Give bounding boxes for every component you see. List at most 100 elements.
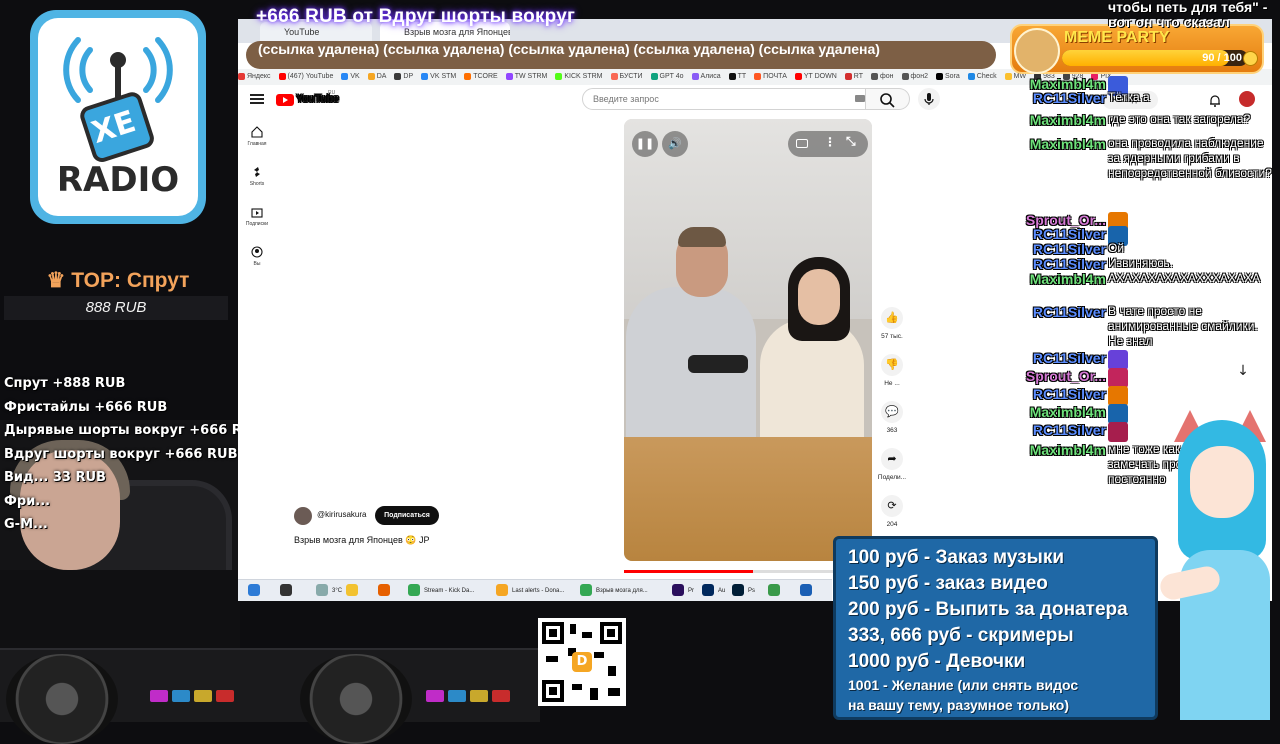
chat-username[interactable]: Maximbl4m: [1030, 136, 1106, 152]
chat-username[interactable]: RC11Silver: [1033, 226, 1106, 242]
keyboard-icon[interactable]: [855, 95, 865, 102]
bookmark-item[interactable]: TT: [728, 72, 746, 80]
bookmark-item[interactable]: MW: [1004, 72, 1027, 80]
address-bar[interactable]: (ссылка удалена) (ссылка удалена) (ссылк…: [246, 41, 996, 69]
bookmark-favicon-icon: [901, 72, 909, 80]
bookmark-item[interactable]: Алиса: [691, 72, 721, 80]
bookmark-item[interactable]: фон: [871, 72, 894, 80]
man-hair: [678, 227, 726, 247]
scroll-down-icon[interactable]: ↓: [1232, 360, 1254, 382]
bookmark-favicon-icon: [728, 72, 736, 80]
bookmark-label: Яндекс: [247, 73, 271, 80]
channel-avatar[interactable]: [294, 507, 312, 525]
bookmark-item[interactable]: (467) YouTube: [278, 72, 334, 80]
pause-icon[interactable]: ❚❚: [632, 131, 658, 157]
price-amount: 1000 руб: [848, 651, 930, 672]
channel-name[interactable]: @kirirusakura: [317, 510, 366, 519]
chat-username[interactable]: RC11Silver: [1033, 90, 1106, 106]
chat-emote-icon: [1108, 350, 1128, 370]
mic-button[interactable]: [918, 88, 940, 110]
fullscreen-icon[interactable]: ⤡: [846, 134, 856, 149]
chat-username[interactable]: RC11Silver: [1033, 304, 1106, 320]
taskbar-item[interactable]: [378, 584, 394, 598]
bookmark-item[interactable]: ПОЧТА: [754, 72, 787, 80]
search-button[interactable]: [866, 88, 910, 110]
chat-username[interactable]: RC11Silver: [1033, 241, 1106, 257]
chat-username[interactable]: RC11Silver: [1033, 422, 1106, 438]
comments-button[interactable]: 💬 363: [872, 401, 912, 434]
pad: [194, 690, 212, 702]
like-button[interactable]: 👍 57 тыс.: [872, 307, 912, 340]
sidebar-item-shorts[interactable]: Shorts: [240, 166, 274, 187]
chat-username[interactable]: Maximbl4m: [1030, 112, 1106, 128]
sidebar-item-subscriptions[interactable]: Подписки: [240, 206, 274, 227]
taskbar-item[interactable]: [280, 584, 296, 598]
chat-username[interactable]: RC11Silver: [1033, 350, 1106, 366]
meme-party-title: MEME PARTY: [1064, 29, 1170, 46]
pad: [150, 690, 168, 702]
remix-button[interactable]: ⟳ 204: [872, 495, 912, 528]
sidebar-item-you[interactable]: Вы: [240, 246, 274, 267]
chat-text: АХАХАХАХАХАХХХАХАХА: [1108, 271, 1261, 285]
bookmark-label: GPT 4o: [659, 73, 684, 80]
bookmark-item[interactable]: DP: [394, 72, 413, 80]
taskbar-item[interactable]: [346, 584, 362, 598]
taskbar-item[interactable]: Взрыв мозга для...: [580, 584, 648, 598]
bookmark-label: YT DOWN: [803, 73, 837, 80]
taskbar-item[interactable]: [768, 584, 784, 598]
sidebar-item-home[interactable]: Главная: [240, 126, 274, 147]
taskbar-app-icon: [408, 584, 420, 597]
vtuber-character: [1157, 400, 1280, 720]
shorts-video-player[interactable]: ❚❚ 🔊 ⋮ ⤡: [624, 119, 872, 561]
bookmark-item[interactable]: KICK STRM: [555, 72, 603, 80]
bookmark-item[interactable]: Sora: [935, 72, 960, 80]
captions-icon[interactable]: [796, 139, 808, 148]
taskbar-item[interactable]: Stream - Kick Da...: [408, 584, 474, 598]
bookmark-item[interactable]: VK: [341, 72, 360, 80]
taskbar-item[interactable]: Au: [702, 584, 725, 598]
bookmark-item[interactable]: Check: [967, 72, 997, 80]
chat-username[interactable]: Maximbl4m: [1030, 442, 1106, 458]
bookmark-item[interactable]: Яндекс: [238, 72, 271, 80]
price-amount: 333, 666 руб: [848, 625, 961, 646]
sidebar-label: Shorts: [249, 181, 265, 187]
doge-icon: [1014, 28, 1060, 74]
taskbar-item[interactable]: 3°C: [316, 584, 342, 598]
donation-item: Спрут +888 RUB: [4, 376, 126, 391]
price-item: 333, 666 руб - скримеры: [848, 625, 1074, 647]
bookmark-favicon-icon: [238, 72, 245, 80]
taskbar-item[interactable]: Ps: [732, 584, 755, 598]
bookmark-item[interactable]: БУСТИ: [610, 72, 643, 80]
sidebar-label: Главная: [247, 141, 267, 147]
volume-icon[interactable]: 🔊: [662, 131, 688, 157]
more-options-icon[interactable]: ⋮: [824, 135, 836, 149]
bookmark-item[interactable]: VK STM: [421, 72, 456, 80]
bookmark-item[interactable]: YT DOWN: [794, 72, 837, 80]
bookmark-item[interactable]: TCORE: [464, 72, 498, 80]
chat-username[interactable]: RC11Silver: [1033, 256, 1106, 272]
subscribe-button[interactable]: Подписаться: [375, 506, 439, 525]
taskbar-item[interactable]: Pr: [672, 584, 694, 598]
price-description: - Желание (или снять видос: [879, 677, 1079, 693]
chat-username[interactable]: RC11Silver: [1033, 386, 1106, 402]
bookmark-item[interactable]: DA: [367, 72, 386, 80]
bookmark-favicon-icon: [278, 72, 286, 80]
dislike-button[interactable]: 👎 Не ...: [872, 354, 912, 387]
bookmark-label: (467) YouTube: [287, 73, 334, 80]
chat-username[interactable]: Sprout_Or...: [1026, 368, 1106, 384]
bookmark-label: MW: [1013, 73, 1027, 80]
hamburger-menu-icon[interactable]: [250, 92, 264, 106]
price-item: 1000 руб - Девочки: [848, 651, 1025, 673]
bookmark-item[interactable]: GPT 4o: [650, 72, 684, 80]
bookmark-item[interactable]: TW STRM: [505, 72, 547, 80]
share-button[interactable]: ➦ Подели...: [872, 448, 912, 481]
chat-username[interactable]: Maximbl4m: [1030, 404, 1106, 420]
chat-username[interactable]: Maximbl4m: [1030, 271, 1106, 287]
taskbar-item[interactable]: [800, 584, 816, 598]
bookmark-item[interactable]: фон2: [901, 72, 928, 80]
youtube-logo[interactable]: YouTube RU: [276, 90, 339, 107]
taskbar-item[interactable]: Last alerts - Dona...: [496, 584, 564, 598]
taskbar-item[interactable]: [248, 584, 264, 598]
search-input[interactable]: Введите запрос: [582, 88, 866, 110]
bookmark-item[interactable]: RT: [844, 72, 863, 80]
